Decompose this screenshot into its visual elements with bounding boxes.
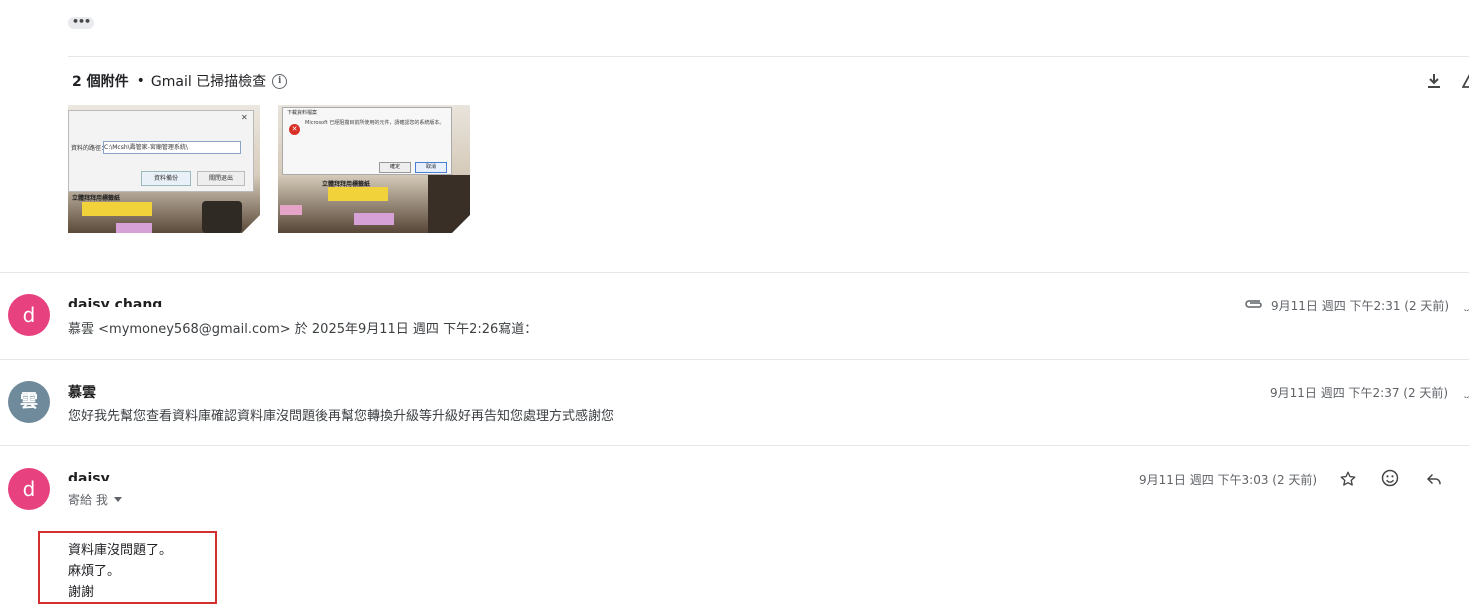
attachments-header: 2 個附件 • Gmail 已掃描檢查 i xyxy=(72,71,288,91)
close-icon: ✕ xyxy=(241,113,248,122)
divider xyxy=(0,359,1469,360)
message-body: 資料庫沒問題了。 麻煩了。 謝謝 xyxy=(68,540,172,603)
page-fold xyxy=(242,215,260,233)
separator-dot: • xyxy=(136,73,145,89)
sender-name-clip: daisy chang xyxy=(68,296,162,307)
purple-label xyxy=(354,213,394,225)
info-icon[interactable]: i xyxy=(272,73,288,89)
message-date[interactable]: 9月11日 週四 下午2:37 (2 天前) xyxy=(1270,384,1448,401)
dialog-title: 下載資料檔案 xyxy=(287,110,318,116)
reply-icon[interactable] xyxy=(1422,467,1446,491)
sender-avatar[interactable]: d xyxy=(8,468,50,510)
attachment-count: 2 個附件 xyxy=(72,74,129,90)
dialog-window: ✕ 資料的路徑： C:\Mcsh\壽管家-宮廟管理系統\ 資料備份 關閉退出 xyxy=(68,110,254,192)
divider xyxy=(68,56,1469,57)
path-field: C:\Mcsh\壽管家-宮廟管理系統\ xyxy=(103,141,241,154)
more-options-icon[interactable]: ⌄ xyxy=(1462,384,1469,398)
body-line: 資料庫沒問題了。 xyxy=(68,543,173,558)
message-date[interactable]: 9月11日 週四 下午3:03 (2 天前) xyxy=(1139,471,1317,488)
download-all-icon[interactable] xyxy=(1424,71,1444,91)
sender-name-clip: daisy xyxy=(68,470,110,481)
sender-name[interactable]: 慕雲 xyxy=(68,382,96,402)
path-label: 資料的路徑： xyxy=(71,145,108,152)
drive-save-icon[interactable] xyxy=(1462,74,1469,90)
banner-text: 立體拜拜用標籤紙 xyxy=(72,195,121,202)
sender-avatar[interactable]: 雲 xyxy=(8,381,50,423)
message-snippet: 您好我先幫您查看資料庫確認資料庫沒問題後再幫您轉換升級等升級好再告知您處理方式感… xyxy=(68,409,615,424)
more-options-icon[interactable]: ⌄ xyxy=(1462,297,1469,311)
exit-button: 關閉退出 xyxy=(197,171,245,186)
paperclip-icon xyxy=(1244,296,1264,310)
pink-label xyxy=(280,205,302,215)
ok-button: 確定 xyxy=(379,162,411,173)
sender-name[interactable]: daisy xyxy=(68,470,110,481)
show-trimmed-content-button[interactable]: ••• xyxy=(68,16,94,29)
divider xyxy=(0,272,1469,273)
warning-dialog: 下載資料檔案 ✕ Microsoft 已經阻擋目前所使用的元件，請確認您的系統版… xyxy=(282,107,452,175)
star-icon[interactable] xyxy=(1336,467,1360,491)
backup-button: 資料備份 xyxy=(141,171,191,186)
dialog-message: Microsoft 已經阻擋目前所使用的元件，請確認您的系統版本。 xyxy=(305,120,445,126)
divider xyxy=(0,445,1469,446)
sender-name[interactable]: daisy chang xyxy=(68,296,162,307)
message-date[interactable]: 9月11日 週四 下午2:31 (2 天前) xyxy=(1271,297,1449,314)
sender-avatar[interactable]: d xyxy=(8,294,50,336)
page-fold xyxy=(452,215,470,233)
recipient-line: 寄給 我 xyxy=(68,491,122,508)
scan-status: Gmail 已掃描檢查 xyxy=(150,74,267,90)
recipient-dropdown-icon[interactable] xyxy=(113,497,122,502)
stand xyxy=(202,201,242,233)
quote-line: 慕雲 <mymoney568@gmail.com> 於 2025年9月11日 週… xyxy=(68,322,538,337)
cancel-button: 取消 xyxy=(415,162,447,173)
yellow-label xyxy=(82,202,152,216)
emoji-icon[interactable] xyxy=(1378,466,1402,490)
attachment-thumbnail-1[interactable]: ✕ 資料的路徑： C:\Mcsh\壽管家-宮廟管理系統\ 資料備份 關閉退出 立… xyxy=(68,105,260,233)
body-line: 謝謝 xyxy=(68,585,95,600)
to-label: 寄給 我 xyxy=(68,493,108,507)
yellow-label xyxy=(328,187,388,201)
pink-label xyxy=(116,223,152,233)
attachment-thumbnail-2[interactable]: 下載資料檔案 ✕ Microsoft 已經阻擋目前所使用的元件，請確認您的系統版… xyxy=(278,105,470,233)
error-icon: ✕ xyxy=(289,124,300,135)
body-line: 麻煩了。 xyxy=(68,564,121,579)
